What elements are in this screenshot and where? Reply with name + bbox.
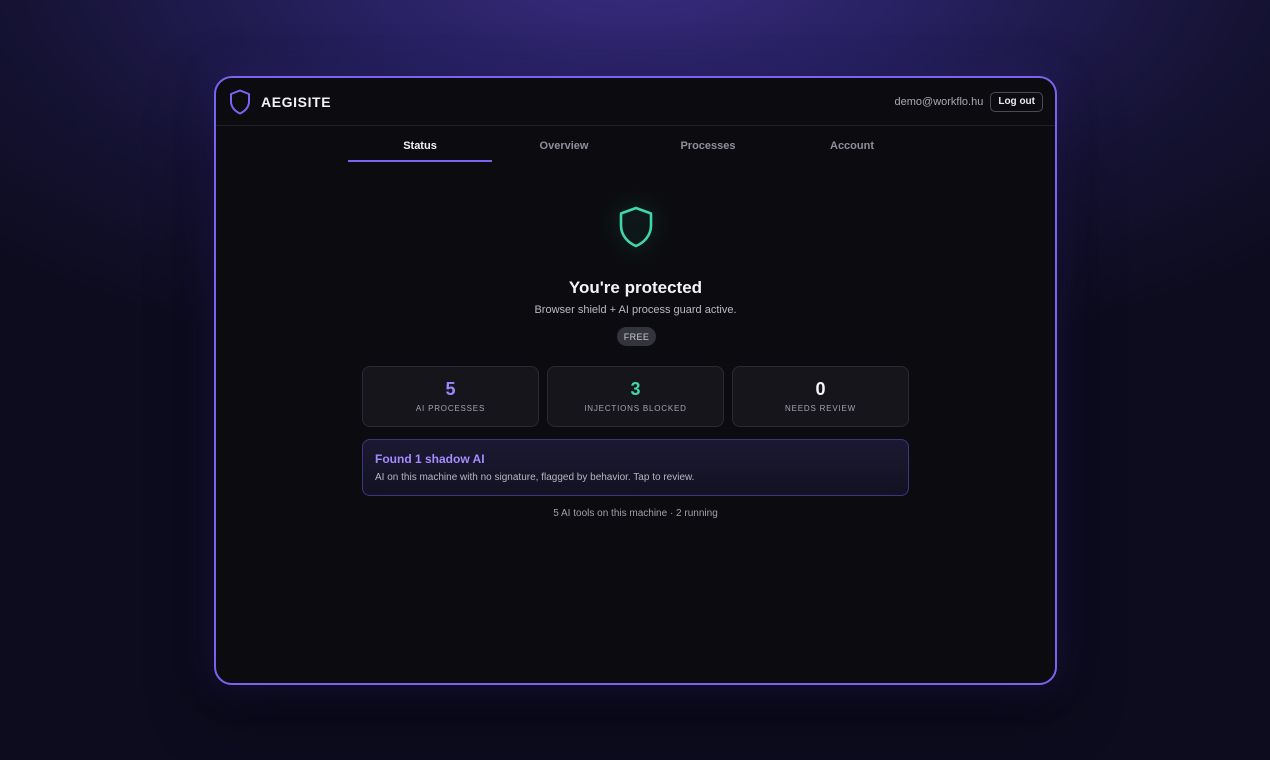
tools-summary: 5 AI tools on this machine · 2 running	[553, 508, 718, 519]
stats-row: 5 AI PROCESSES 3 INJECTIONS BLOCKED 0 NE…	[362, 366, 909, 427]
stat-label: NEEDS REVIEW	[785, 404, 856, 413]
stat-label: INJECTIONS BLOCKED	[584, 404, 687, 413]
tab-processes[interactable]: Processes	[636, 136, 780, 162]
shield-check-icon	[617, 205, 655, 249]
alert-description: AI on this machine with no signature, fl…	[375, 472, 695, 483]
shadow-ai-alert[interactable]: Found 1 shadow AI AI on this machine wit…	[362, 439, 909, 496]
top-bar: AEGISITE demo@workflo.hu Log out	[216, 78, 1055, 126]
alert-title: Found 1 shadow AI	[375, 452, 485, 466]
stat-value: 3	[630, 379, 641, 399]
stat-card-ai-processes: 5 AI PROCESSES	[362, 366, 539, 427]
logout-button[interactable]: Log out	[990, 91, 1043, 112]
brand: AEGISITE	[229, 89, 331, 115]
tab-status[interactable]: Status	[348, 136, 492, 162]
user-email: demo@workflo.hu	[894, 95, 984, 108]
tab-account[interactable]: Account	[780, 136, 924, 162]
brand-name: AEGISITE	[261, 93, 332, 110]
status-subtitle: Browser shield + AI process guard active…	[534, 304, 737, 316]
tab-bar: Status Overview Processes Account	[348, 136, 924, 162]
tab-overview[interactable]: Overview	[492, 136, 636, 162]
stat-label: AI PROCESSES	[415, 404, 486, 413]
plan-badge: FREE	[617, 327, 656, 346]
app-window: AEGISITE demo@workflo.hu Log out Status …	[214, 76, 1057, 685]
stat-value: 0	[815, 379, 826, 399]
stat-card-injections-blocked: 3 INJECTIONS BLOCKED	[547, 366, 724, 427]
status-title: You're protected	[568, 278, 703, 297]
stat-card-needs-review: 0 NEEDS REVIEW	[732, 366, 909, 427]
shield-outline-icon	[229, 89, 251, 115]
stat-value: 5	[445, 379, 456, 399]
user-box: demo@workflo.hu Log out	[894, 91, 1043, 112]
